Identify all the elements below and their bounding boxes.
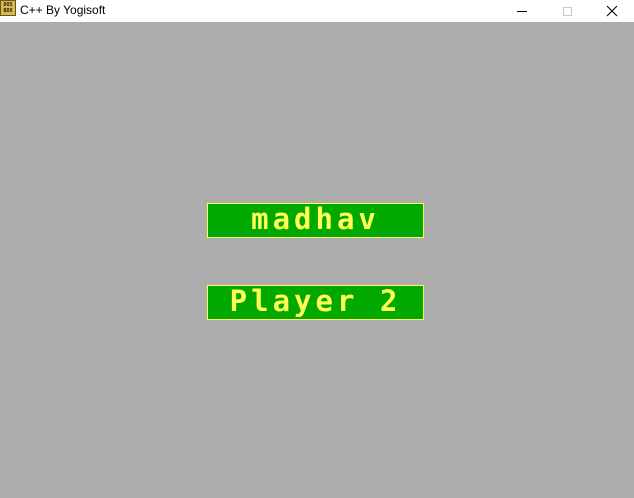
dos-screen[interactable]: madhav Player 2 (0, 22, 634, 498)
player-2-name: Player 2 (229, 284, 402, 318)
player-1-name: madhav (251, 202, 380, 236)
maximize-icon (562, 6, 572, 16)
player-2-name-box[interactable]: Player 2 (207, 285, 424, 320)
close-icon (606, 5, 618, 17)
minimize-button[interactable] (499, 0, 545, 22)
close-button[interactable] (589, 0, 634, 22)
dosbox-app-icon[interactable]: DOS BOX (0, 0, 16, 16)
player-1-name-box[interactable]: madhav (207, 203, 424, 238)
maximize-button[interactable] (544, 0, 590, 22)
minimize-icon (517, 10, 527, 12)
window-title: C++ By Yogisoft (20, 3, 106, 17)
dosbox-window: DOS BOX C++ By Yogisoft madhav Player 2 (0, 0, 634, 498)
title-bar[interactable]: DOS BOX C++ By Yogisoft (0, 0, 634, 22)
app-icon-line-2: BOX (3, 8, 13, 14)
